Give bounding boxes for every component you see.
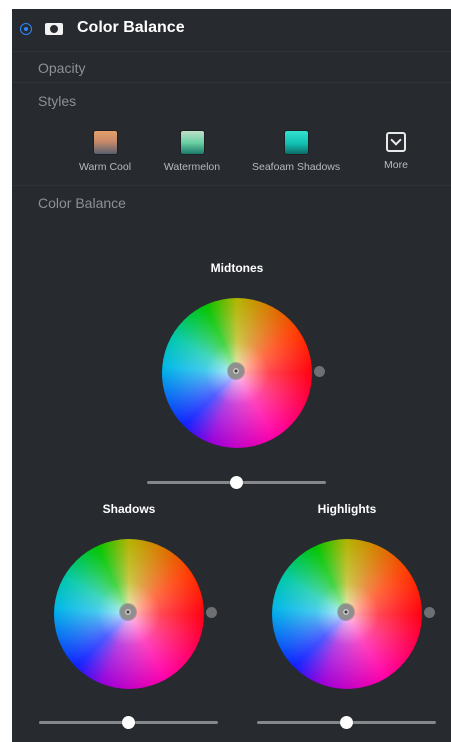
seafoam-shadows-swatch [284, 131, 308, 154]
style-preset-warm-cool[interactable]: Warm Cool [78, 131, 132, 173]
highlights-label: Highlights [317, 502, 377, 516]
shadows-slider-thumb[interactable] [122, 716, 135, 729]
divider [12, 185, 451, 186]
midtones-reset-dot[interactable] [314, 366, 325, 377]
style-label: More [384, 159, 408, 171]
style-preset-seafoam-shadows[interactable]: Seafoam Shadows [252, 131, 340, 173]
style-preset-watermelon[interactable]: Watermelon [162, 131, 222, 173]
style-label: Watermelon [163, 161, 221, 173]
color-balance-panel: Color Balance Opacity Styles Warm Cool W… [12, 9, 451, 742]
mask-icon[interactable] [45, 23, 63, 35]
divider [12, 51, 451, 52]
opacity-label[interactable]: Opacity [38, 60, 85, 76]
midtones-label: Midtones [210, 261, 264, 275]
highlights-wheel-handle[interactable] [338, 604, 354, 620]
shadows-label: Shadows [102, 502, 156, 516]
style-label: Seafoam Shadows [252, 161, 341, 173]
shadows-reset-dot[interactable] [206, 607, 217, 618]
panel-title: Color Balance [77, 19, 185, 36]
panel-header: Color Balance [12, 9, 451, 51]
highlights-reset-dot[interactable] [424, 607, 435, 618]
style-label: Warm Cool [78, 161, 132, 173]
style-more-button[interactable]: More [378, 131, 414, 171]
styles-label[interactable]: Styles [38, 93, 76, 109]
highlights-slider-thumb[interactable] [340, 716, 353, 729]
midtones-wheel-handle[interactable] [228, 363, 244, 379]
midtones-slider-thumb[interactable] [230, 476, 243, 489]
divider [12, 82, 451, 83]
enable-radio-icon[interactable] [20, 23, 32, 35]
warm-cool-swatch [93, 131, 117, 154]
color-balance-section-label: Color Balance [38, 195, 126, 211]
watermelon-swatch [180, 131, 204, 154]
shadows-wheel-handle[interactable] [120, 604, 136, 620]
chevron-down-icon [386, 132, 406, 152]
